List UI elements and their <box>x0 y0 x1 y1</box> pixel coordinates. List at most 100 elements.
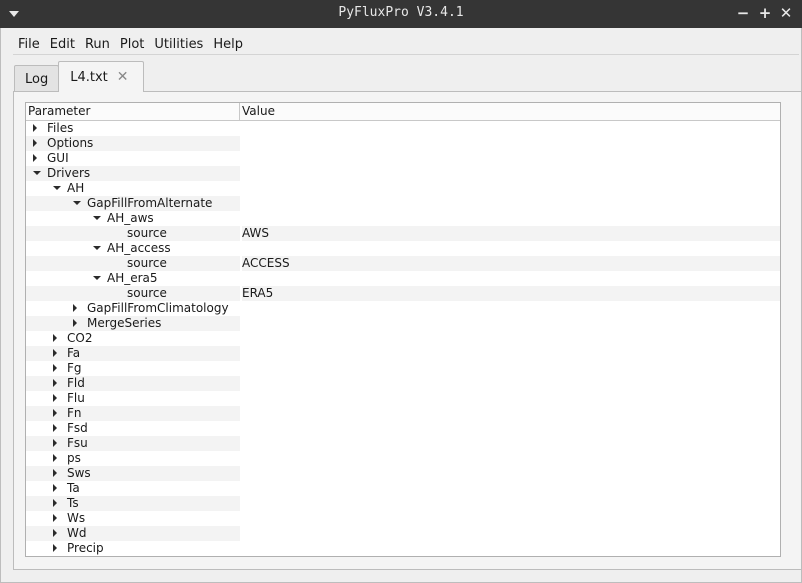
collapsed-arrow-icon[interactable] <box>53 334 57 342</box>
collapsed-arrow-icon[interactable] <box>73 319 77 327</box>
collapsed-arrow-icon[interactable] <box>53 454 57 462</box>
tree-row[interactable]: Ts <box>26 496 780 511</box>
close-tab-icon[interactable]: ✕ <box>117 62 129 92</box>
collapsed-arrow-icon[interactable] <box>53 364 57 372</box>
close-button[interactable]: ✕ <box>777 4 795 22</box>
value-cell[interactable] <box>242 451 780 466</box>
value-cell[interactable] <box>242 496 780 511</box>
tree-row[interactable]: Fa <box>26 346 780 361</box>
collapsed-arrow-icon[interactable] <box>53 409 57 417</box>
value-cell[interactable] <box>242 331 780 346</box>
parameter-cell[interactable]: Ws <box>26 511 240 526</box>
expanded-arrow-icon[interactable] <box>93 216 101 220</box>
expanded-arrow-icon[interactable] <box>93 276 101 280</box>
tree-row[interactable]: Flu <box>26 391 780 406</box>
expanded-arrow-icon[interactable] <box>93 246 101 250</box>
value-cell[interactable] <box>242 151 780 166</box>
collapsed-arrow-icon[interactable] <box>53 469 57 477</box>
parameter-cell[interactable]: AH_access <box>26 241 240 256</box>
value-cell[interactable] <box>242 421 780 436</box>
value-cell[interactable] <box>242 301 780 316</box>
value-cell[interactable] <box>242 166 780 181</box>
value-cell[interactable] <box>242 541 780 556</box>
parameter-cell[interactable]: GapFillFromClimatology <box>26 301 240 316</box>
tab-l4-txt[interactable]: L4.txt ✕ <box>58 61 144 92</box>
expanded-arrow-icon[interactable] <box>53 186 61 190</box>
tree-row[interactable]: Fsu <box>26 436 780 451</box>
value-cell[interactable] <box>242 136 780 151</box>
value-cell[interactable] <box>242 361 780 376</box>
value-cell[interactable] <box>242 316 780 331</box>
menu-run[interactable]: Run <box>80 36 115 56</box>
value-cell[interactable] <box>242 391 780 406</box>
tree-row[interactable]: Fg <box>26 361 780 376</box>
parameter-cell[interactable]: source <box>26 226 240 241</box>
value-cell[interactable] <box>242 346 780 361</box>
collapsed-arrow-icon[interactable] <box>53 484 57 492</box>
parameter-tree[interactable]: Parameter Value Files Options GUI Drivers AH… <box>25 102 781 557</box>
parameter-cell[interactable]: Flu <box>26 391 240 406</box>
tree-row[interactable]: source ACCESS <box>26 256 780 271</box>
tree-row[interactable]: Ta <box>26 481 780 496</box>
tree-row[interactable]: Fld <box>26 376 780 391</box>
tree-row[interactable]: AH_era5 <box>26 271 780 286</box>
collapsed-arrow-icon[interactable] <box>53 379 57 387</box>
maximize-button[interactable]: + <box>756 4 774 22</box>
column-header-value[interactable]: Value <box>240 103 780 120</box>
value-cell[interactable] <box>242 466 780 481</box>
parameter-cell[interactable]: Drivers <box>26 166 240 181</box>
tree-row[interactable]: GapFillFromAlternate <box>26 196 780 211</box>
parameter-cell[interactable]: Fsu <box>26 436 240 451</box>
column-header-parameter[interactable]: Parameter <box>26 103 240 120</box>
tree-row[interactable]: CO2 <box>26 331 780 346</box>
parameter-cell[interactable]: Fa <box>26 346 240 361</box>
tree-row[interactable]: Drivers <box>26 166 780 181</box>
parameter-cell[interactable]: Ta <box>26 481 240 496</box>
parameter-cell[interactable]: MergeSeries <box>26 316 240 331</box>
menu-file[interactable]: File <box>13 36 45 56</box>
parameter-cell[interactable]: Fg <box>26 361 240 376</box>
tree-row[interactable]: source AWS <box>26 226 780 241</box>
parameter-cell[interactable]: Fld <box>26 376 240 391</box>
parameter-cell[interactable]: Fsd <box>26 421 240 436</box>
value-cell[interactable] <box>242 376 780 391</box>
parameter-cell[interactable]: Sws <box>26 466 240 481</box>
parameter-cell[interactable]: source <box>26 256 240 271</box>
expanded-arrow-icon[interactable] <box>73 201 81 205</box>
tree-row[interactable]: Sws <box>26 466 780 481</box>
value-cell[interactable] <box>242 526 780 541</box>
value-cell[interactable]: ERA5 <box>242 286 780 301</box>
tree-row[interactable]: GapFillFromClimatology <box>26 301 780 316</box>
parameter-cell[interactable]: source <box>26 286 240 301</box>
collapsed-arrow-icon[interactable] <box>53 514 57 522</box>
parameter-cell[interactable]: Options <box>26 136 240 151</box>
value-cell[interactable]: ACCESS <box>242 256 780 271</box>
tree-row[interactable]: MergeSeries <box>26 316 780 331</box>
tree-row[interactable]: ps <box>26 451 780 466</box>
tree-row[interactable]: AH_access <box>26 241 780 256</box>
collapsed-arrow-icon[interactable] <box>33 124 37 132</box>
collapsed-arrow-icon[interactable] <box>33 139 37 147</box>
tree-row[interactable]: AH_aws <box>26 211 780 226</box>
parameter-cell[interactable]: GUI <box>26 151 240 166</box>
value-cell[interactable] <box>242 436 780 451</box>
tree-row[interactable]: Precip <box>26 541 780 556</box>
value-cell[interactable] <box>242 181 780 196</box>
tab-log[interactable]: Log <box>14 65 60 92</box>
parameter-cell[interactable]: AH_aws <box>26 211 240 226</box>
parameter-cell[interactable]: GapFillFromAlternate <box>26 196 240 211</box>
tree-row[interactable]: GUI <box>26 151 780 166</box>
tree-row[interactable]: Ws <box>26 511 780 526</box>
value-cell[interactable] <box>242 406 780 421</box>
collapsed-arrow-icon[interactable] <box>53 499 57 507</box>
value-cell[interactable] <box>242 241 780 256</box>
menu-plot[interactable]: Plot <box>115 36 150 56</box>
value-cell[interactable] <box>242 481 780 496</box>
parameter-cell[interactable]: CO2 <box>26 331 240 346</box>
tree-row[interactable]: Fsd <box>26 421 780 436</box>
parameter-cell[interactable]: Ts <box>26 496 240 511</box>
parameter-cell[interactable]: AH <box>26 181 240 196</box>
collapsed-arrow-icon[interactable] <box>53 544 57 552</box>
parameter-cell[interactable]: Files <box>26 121 240 136</box>
value-cell[interactable] <box>242 196 780 211</box>
